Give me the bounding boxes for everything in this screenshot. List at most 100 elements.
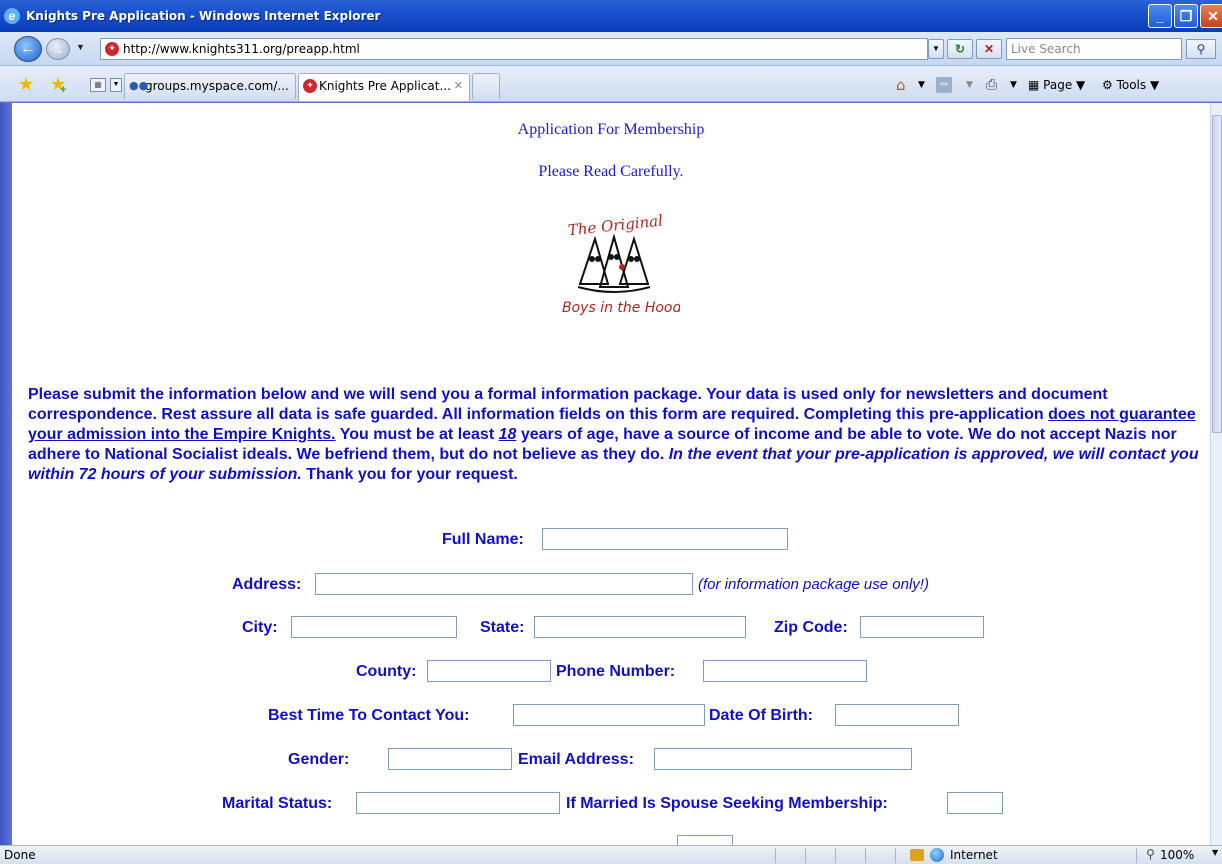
window-titlebar[interactable]: e Knights Pre Application - Windows Inte… [0, 0, 1222, 32]
security-zone-label[interactable]: Internet [950, 848, 998, 862]
zoom-level[interactable]: 100% [1160, 848, 1194, 862]
phone-number-label: Phone Number: [556, 663, 676, 680]
phone-number-field[interactable] [703, 660, 867, 682]
address-label: Address: [232, 576, 302, 593]
close-tab-icon[interactable]: ✕ [454, 74, 463, 98]
best-time-label: Best Time To Contact You: [268, 707, 470, 724]
forward-button[interactable]: → [46, 38, 70, 60]
tab-knights-pre-application[interactable]: ✦ Knights Pre Applicat... ✕ [298, 73, 470, 101]
internet-explorer-icon: e [4, 8, 20, 24]
scrollbar-thumb[interactable] [1212, 115, 1222, 433]
tab-label: groups.myspace.com/... [145, 79, 289, 93]
address-dropdown-button[interactable]: ▼ [928, 39, 944, 59]
spouse-membership-field[interactable] [947, 792, 1003, 814]
city-field[interactable] [291, 616, 457, 638]
print-icon[interactable]: ⎙ [986, 76, 997, 94]
address-toolbar: ← → ▼ ✦ http://www.knights311.org/preapp… [0, 32, 1222, 66]
spouse-membership-label: If Married Is Spouse Seeking Membership: [566, 795, 888, 812]
internet-zone-icon [930, 848, 944, 862]
page-subtitle: Please Read Carefully. [538, 163, 684, 180]
favorites-center-icon[interactable]: ★ [18, 74, 34, 94]
new-tab-button[interactable] [472, 73, 500, 99]
myspace-icon: ●● [129, 79, 149, 92]
intro-age: 18 [498, 426, 517, 443]
zoom-icon: ⚲ [1146, 847, 1155, 861]
logo-text-top: The Original [567, 211, 664, 239]
page-title: Application For Membership [517, 121, 705, 138]
state-label: State: [480, 619, 525, 636]
page-menu[interactable]: ▦ Page ▼ [1028, 76, 1085, 94]
feeds-dropdown[interactable]: ▼ [966, 76, 973, 94]
form-row-next [12, 835, 1210, 845]
window-title: Knights Pre Application - Windows Intern… [26, 9, 381, 23]
best-time-field[interactable] [513, 704, 705, 726]
site-logo: The Original Boys in the Hood [562, 211, 680, 316]
zoom-dropdown[interactable]: ▼ [1212, 848, 1218, 857]
status-text: Done [4, 848, 36, 862]
address-url: http://www.knights311.org/preapp.html [123, 42, 360, 56]
zip-code-field[interactable] [860, 616, 984, 638]
tools-menu-label: Tools [1116, 78, 1147, 92]
back-button[interactable]: ← [14, 36, 42, 62]
form-row-contact-dob: Best Time To Contact You: Date Of Birth: [12, 704, 1210, 730]
search-input[interactable]: Live Search [1006, 38, 1182, 60]
date-of-birth-label: Date Of Birth: [709, 707, 813, 724]
minimize-button[interactable]: _ [1148, 4, 1172, 28]
status-divider [775, 848, 776, 863]
intro-text-2: You must be at least [335, 426, 499, 443]
tab-myspace[interactable]: ●● groups.myspace.com/... [124, 73, 296, 99]
form-row-address: Address: (for information package use on… [12, 573, 1210, 599]
hooded-figures-icon [577, 233, 651, 293]
marital-status-field[interactable] [356, 792, 560, 814]
search-button[interactable]: ⚲ [1186, 39, 1216, 59]
intro-text-1: Please submit the information below and … [28, 386, 1108, 423]
intro-paragraph: Please submit the information below and … [28, 385, 1202, 485]
full-name-field[interactable] [542, 528, 788, 550]
home-dropdown[interactable]: ▼ [918, 76, 925, 94]
add-favorite-icon[interactable]: ★ + [50, 74, 66, 96]
page-menu-label: Page [1043, 78, 1073, 92]
form-row-county-phone: County: Phone Number: [12, 660, 1210, 686]
tab-label: Knights Pre Applicat... [319, 79, 451, 93]
status-bar: Done Internet ⚲ 100% ▼ [0, 845, 1222, 864]
logo-text-bottom: Boys in the Hood [562, 300, 680, 316]
next-field[interactable] [677, 835, 733, 845]
tools-menu[interactable]: ⚙ Tools ▼ [1102, 76, 1159, 94]
email-address-field[interactable] [654, 748, 912, 770]
form-row-gender-email: Gender: Email Address: [12, 748, 1210, 774]
gender-label: Gender: [288, 751, 350, 768]
window-left-border [0, 103, 12, 845]
page-content: Application For Membership Please Read C… [12, 103, 1210, 845]
email-address-label: Email Address: [518, 751, 634, 768]
close-button[interactable]: ✕ [1200, 4, 1222, 28]
print-dropdown[interactable]: ▼ [1010, 76, 1017, 94]
tab-toolbar: ★ ★ + ▦ ▼ ●● groups.myspace.com/... ✦ Kni… [0, 66, 1222, 102]
zip-code-label: Zip Code: [774, 619, 848, 636]
stop-button[interactable]: ✕ [976, 39, 1002, 59]
home-icon[interactable]: ⌂ [896, 76, 906, 94]
maximize-button[interactable]: ❐ [1174, 4, 1198, 28]
site-favicon-icon: ✦ [105, 42, 119, 56]
status-divider [895, 848, 896, 863]
security-lock-icon[interactable] [910, 849, 924, 861]
form-row-city-state-zip: City: State: Zip Code: [12, 616, 1210, 642]
recent-pages-dropdown[interactable]: ▼ [76, 42, 85, 52]
county-field[interactable] [427, 660, 551, 682]
status-divider [835, 848, 836, 863]
status-divider [865, 848, 866, 863]
gender-field[interactable] [388, 748, 512, 770]
refresh-button[interactable]: ↻ [947, 39, 973, 59]
form-row-marital: Marital Status: If Married Is Spouse See… [12, 792, 1210, 818]
address-note: (for information package use only!) [698, 576, 929, 593]
status-divider [1136, 848, 1137, 863]
state-field[interactable] [534, 616, 746, 638]
vertical-scrollbar[interactable] [1210, 103, 1222, 845]
date-of-birth-field[interactable] [835, 704, 959, 726]
marital-status-label: Marital Status: [222, 795, 333, 812]
intro-text-4: Thank you for your request. [301, 466, 518, 483]
quick-tabs-button[interactable]: ▦ [90, 78, 106, 92]
address-field[interactable] [315, 573, 693, 595]
address-bar[interactable]: ✦ http://www.knights311.org/preapp.html [100, 38, 928, 60]
feeds-icon[interactable]: ∾ [936, 77, 952, 93]
tab-list-dropdown[interactable]: ▼ [110, 78, 122, 92]
